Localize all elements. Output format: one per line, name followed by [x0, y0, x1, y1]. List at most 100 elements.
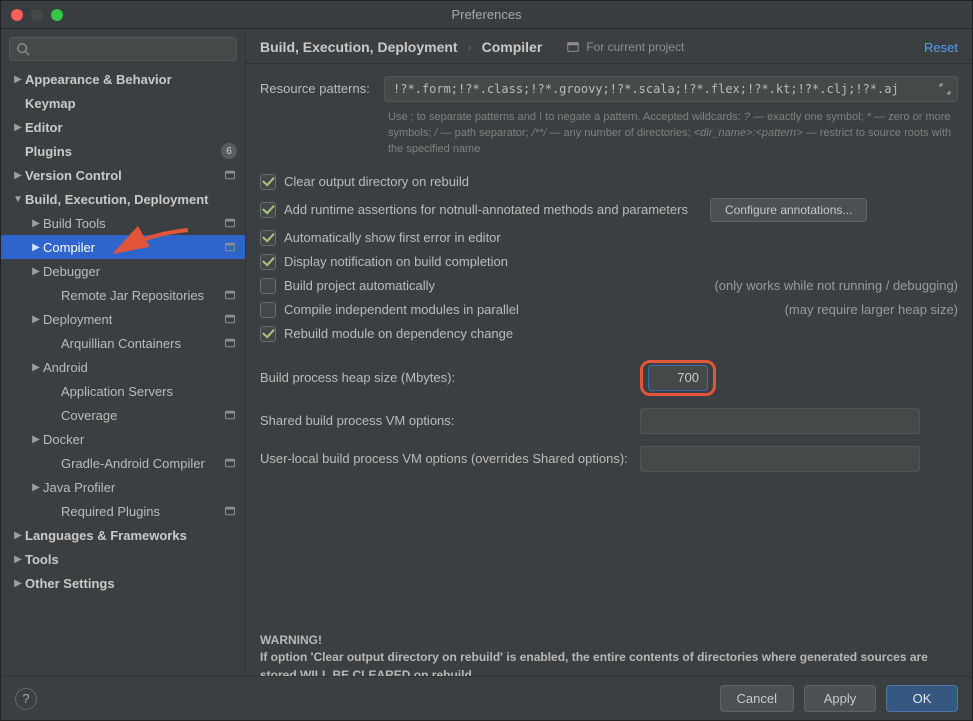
- help-button[interactable]: ?: [15, 688, 37, 710]
- ok-button[interactable]: OK: [886, 685, 958, 712]
- settings-tree: ▶Appearance & BehaviorKeymap▶EditorPlugi…: [1, 67, 245, 676]
- sidebar-item-gradle-android-compiler[interactable]: Gradle-Android Compiler: [1, 451, 245, 475]
- chevron-icon[interactable]: ▶: [11, 554, 25, 565]
- sidebar-item-label: Coverage: [61, 408, 217, 423]
- sidebar-item-label: Application Servers: [61, 384, 237, 399]
- sidebar-item-appearance-behavior[interactable]: ▶Appearance & Behavior: [1, 67, 245, 91]
- sidebar-item-debugger[interactable]: ▶Debugger: [1, 259, 245, 283]
- sidebar-item-other-settings[interactable]: ▶Other Settings: [1, 571, 245, 595]
- search-icon: [16, 42, 30, 56]
- minimize-icon[interactable]: [31, 9, 43, 21]
- sidebar-item-label: Deployment: [43, 312, 217, 327]
- search-field[interactable]: [36, 42, 230, 56]
- check-runtime-assertions[interactable]: Add runtime assertions for notnull-annot…: [260, 194, 958, 226]
- check-build-notification[interactable]: Display notification on build completion: [260, 250, 958, 274]
- sidebar-item-label: Arquillian Containers: [61, 336, 217, 351]
- configure-annotations-button[interactable]: Configure annotations...: [710, 198, 867, 222]
- chevron-icon[interactable]: ▶: [11, 578, 25, 589]
- content-pane: Build, Execution, Deployment › Compiler …: [246, 29, 972, 676]
- check-note: (only works while not running / debuggin…: [698, 278, 958, 293]
- chevron-icon[interactable]: ▶: [11, 122, 25, 133]
- sidebar-item-version-control[interactable]: ▶Version Control: [1, 163, 245, 187]
- sidebar-item-required-plugins[interactable]: Required Plugins: [1, 499, 245, 523]
- check-note: (may require larger heap size): [769, 302, 958, 317]
- sidebar-item-label: Other Settings: [25, 576, 237, 591]
- check-compile-parallel[interactable]: Compile independent modules in parallel …: [260, 298, 958, 322]
- sidebar: ▶Appearance & BehaviorKeymap▶EditorPlugi…: [1, 29, 246, 676]
- resource-patterns-hint: Use ; to separate patterns and ! to nega…: [388, 110, 958, 158]
- chevron-icon[interactable]: ▶: [11, 74, 25, 85]
- chevron-icon[interactable]: ▶: [11, 530, 25, 541]
- sidebar-item-coverage[interactable]: Coverage: [1, 403, 245, 427]
- project-scope-icon: [223, 336, 237, 350]
- sidebar-item-build-execution-deployment[interactable]: ▼Build, Execution, Deployment: [1, 187, 245, 211]
- user-vm-input[interactable]: [640, 446, 920, 472]
- sidebar-item-android[interactable]: ▶Android: [1, 355, 245, 379]
- sidebar-item-label: Plugins: [25, 144, 215, 159]
- chevron-icon[interactable]: ▶: [29, 266, 43, 277]
- sidebar-item-label: Keymap: [25, 96, 237, 111]
- sidebar-item-docker[interactable]: ▶Docker: [1, 427, 245, 451]
- chevron-icon[interactable]: ▶: [11, 170, 25, 181]
- heap-size-input[interactable]: [648, 365, 708, 391]
- apply-button[interactable]: Apply: [804, 685, 876, 712]
- sidebar-item-label: Android: [43, 360, 237, 375]
- cancel-button[interactable]: Cancel: [720, 685, 794, 712]
- close-icon[interactable]: [11, 9, 23, 21]
- check-show-first-error[interactable]: Automatically show first error in editor: [260, 226, 958, 250]
- sidebar-item-plugins[interactable]: Plugins6: [1, 139, 245, 163]
- sidebar-item-label: Appearance & Behavior: [25, 72, 237, 87]
- project-scope-icon: [223, 216, 237, 230]
- sidebar-item-tools[interactable]: ▶Tools: [1, 547, 245, 571]
- sidebar-item-editor[interactable]: ▶Editor: [1, 115, 245, 139]
- check-clear-output[interactable]: Clear output directory on rebuild: [260, 170, 958, 194]
- zoom-icon[interactable]: [51, 9, 63, 21]
- chevron-icon[interactable]: ▶: [29, 362, 43, 373]
- window-title: Preferences: [1, 7, 972, 22]
- chevron-icon[interactable]: ▶: [29, 434, 43, 445]
- sidebar-item-label: Docker: [43, 432, 237, 447]
- chevron-icon[interactable]: ▶: [29, 242, 43, 253]
- expand-icon[interactable]: [937, 81, 953, 97]
- check-build-auto[interactable]: Build project automatically (only works …: [260, 274, 958, 298]
- sidebar-item-label: Required Plugins: [61, 504, 217, 519]
- sidebar-item-languages-frameworks[interactable]: ▶Languages & Frameworks: [1, 523, 245, 547]
- check-label: Build project automatically: [284, 278, 435, 293]
- reset-link[interactable]: Reset: [924, 40, 958, 55]
- project-scope-icon: [223, 240, 237, 254]
- chevron-icon[interactable]: ▶: [29, 314, 43, 325]
- sidebar-item-compiler[interactable]: ▶Compiler: [1, 235, 245, 259]
- titlebar: Preferences: [1, 1, 972, 29]
- checkbox-icon[interactable]: [260, 202, 276, 218]
- resource-patterns-value: !?*.form;!?*.class;!?*.groovy;!?*.scala;…: [393, 82, 899, 96]
- checkbox-icon[interactable]: [260, 174, 276, 190]
- shared-vm-input[interactable]: [640, 408, 920, 434]
- checkbox-icon[interactable]: [260, 254, 276, 270]
- sidebar-item-keymap[interactable]: Keymap: [1, 91, 245, 115]
- sidebar-item-application-servers[interactable]: Application Servers: [1, 379, 245, 403]
- sidebar-item-arquillian-containers[interactable]: Arquillian Containers: [1, 331, 245, 355]
- checkbox-icon[interactable]: [260, 230, 276, 246]
- checkbox-icon[interactable]: [260, 326, 276, 342]
- sidebar-item-label: Java Profiler: [43, 480, 237, 495]
- sidebar-item-deployment[interactable]: ▶Deployment: [1, 307, 245, 331]
- checkbox-icon[interactable]: [260, 278, 276, 294]
- chevron-icon[interactable]: ▼: [11, 194, 25, 205]
- chevron-icon[interactable]: ▶: [29, 218, 43, 229]
- chevron-icon[interactable]: ▶: [29, 482, 43, 493]
- content-body: Resource patterns: !?*.form;!?*.class;!?…: [246, 64, 972, 676]
- sidebar-item-label: Remote Jar Repositories: [61, 288, 217, 303]
- checkbox-icon[interactable]: [260, 302, 276, 318]
- sidebar-item-build-tools[interactable]: ▶Build Tools: [1, 211, 245, 235]
- sidebar-item-label: Languages & Frameworks: [25, 528, 237, 543]
- breadcrumb-current: Compiler: [482, 39, 543, 55]
- search-input[interactable]: [9, 37, 237, 61]
- heap-size-highlight: [640, 360, 716, 396]
- sidebar-item-remote-jar-repositories[interactable]: Remote Jar Repositories: [1, 283, 245, 307]
- window-controls: [1, 9, 63, 21]
- project-scope-icon: [223, 168, 237, 182]
- sidebar-item-java-profiler[interactable]: ▶Java Profiler: [1, 475, 245, 499]
- check-rebuild-dep[interactable]: Rebuild module on dependency change: [260, 322, 958, 346]
- resource-patterns-input[interactable]: !?*.form;!?*.class;!?*.groovy;!?*.scala;…: [384, 76, 958, 102]
- breadcrumb-root[interactable]: Build, Execution, Deployment: [260, 39, 458, 55]
